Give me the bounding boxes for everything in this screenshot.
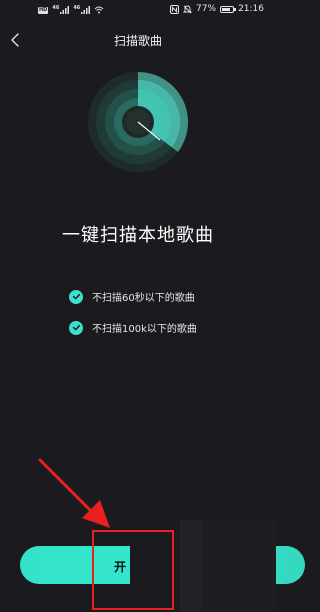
- condition-label: 不扫描100k以下的歌曲: [92, 324, 197, 335]
- battery-icon: [220, 5, 237, 13]
- battery-fill: [222, 7, 230, 11]
- condition-label: 不扫描60秒以下的歌曲: [92, 293, 195, 304]
- battery-percent: 77%: [196, 4, 217, 14]
- signal-icon-2: [81, 6, 91, 14]
- network-type-label-2: 46: [73, 5, 81, 11]
- nfc-icon: [170, 4, 180, 14]
- page-title: 扫描歌曲: [113, 34, 162, 48]
- wifi-icon: [94, 6, 104, 14]
- scan-radar-graphic: [88, 72, 188, 172]
- condition-item: 不扫描60秒以下的歌曲: [69, 289, 195, 304]
- check-circle-icon: [69, 320, 83, 335]
- signal-icon: [60, 6, 70, 14]
- annotation-arrow-icon: [38, 458, 110, 528]
- network-type-label: 46: [52, 5, 60, 11]
- check-circle-icon: [69, 289, 83, 304]
- status-bar: HD 46 46 77% 21:16: [0, 0, 276, 22]
- hd-badge: HD: [38, 6, 49, 14]
- condition-item: 不扫描100k以下的歌曲: [69, 320, 197, 335]
- annotation-highlight-box: [92, 530, 174, 610]
- render-glitch-band: [180, 520, 202, 612]
- scan-headline: 一键扫描本地歌曲: [62, 225, 214, 246]
- status-left: HD 46 46: [38, 5, 104, 14]
- clock: 21:16: [238, 4, 264, 14]
- mute-icon: [183, 5, 193, 13]
- render-glitch-band: [202, 520, 276, 612]
- status-right: 77% 21:16: [170, 4, 264, 14]
